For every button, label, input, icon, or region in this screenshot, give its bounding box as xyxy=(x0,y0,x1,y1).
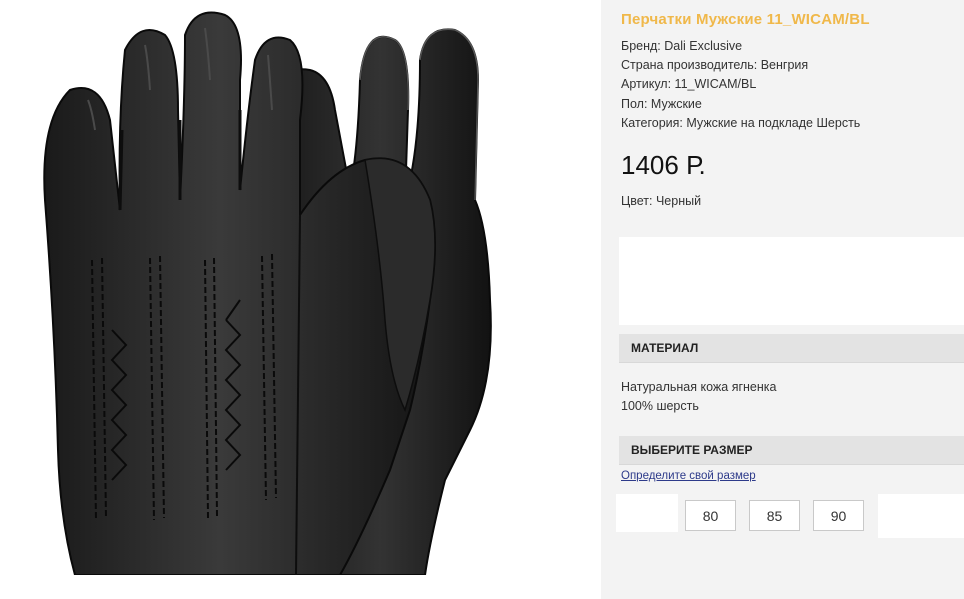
size-strip-spacer xyxy=(616,494,678,532)
spec-brand: Бренд: Dali Exclusive xyxy=(621,39,743,53)
product-title: Перчатки Мужские 11_WICAM/BL xyxy=(621,11,870,28)
spec-category: Категория: Мужские на подкладе Шерсть xyxy=(621,115,861,130)
material-header: МАТЕРИАЛ xyxy=(619,334,964,363)
size-strip-spacer xyxy=(878,494,964,538)
product-price: 1406 Р. xyxy=(621,150,706,180)
spec-gender: Пол: Мужские xyxy=(621,96,702,111)
product-image[interactable] xyxy=(0,0,600,575)
blank-content-area xyxy=(619,237,964,325)
size-options: 80 85 90 xyxy=(616,494,964,538)
material-description: Натуральная кожа ягненка 100% шерсть xyxy=(621,378,776,416)
product-details-panel: Перчатки Мужские 11_WICAM/BL Бренд: Dali… xyxy=(601,0,964,599)
product-specs: Бренд: Dali Exclusive Страна производите… xyxy=(621,37,860,133)
gloves-photo xyxy=(43,11,492,575)
size-option-80[interactable]: 80 xyxy=(685,500,736,531)
size-option-90[interactable]: 90 xyxy=(813,500,864,531)
size-option-85[interactable]: 85 xyxy=(749,500,800,531)
material-line: 100% шерсть xyxy=(621,399,699,413)
size-header: ВЫБЕРИТЕ РАЗМЕР xyxy=(619,436,964,465)
material-line: Натуральная кожа ягненка xyxy=(621,380,777,394)
product-color: Цвет: Черный xyxy=(621,194,702,208)
spec-article: Артикул: 11_WICAM/BL xyxy=(621,77,757,92)
spec-country: Страна производитель: Венгрия xyxy=(621,58,809,73)
size-guide-link[interactable]: Определите свой размер xyxy=(621,470,756,482)
